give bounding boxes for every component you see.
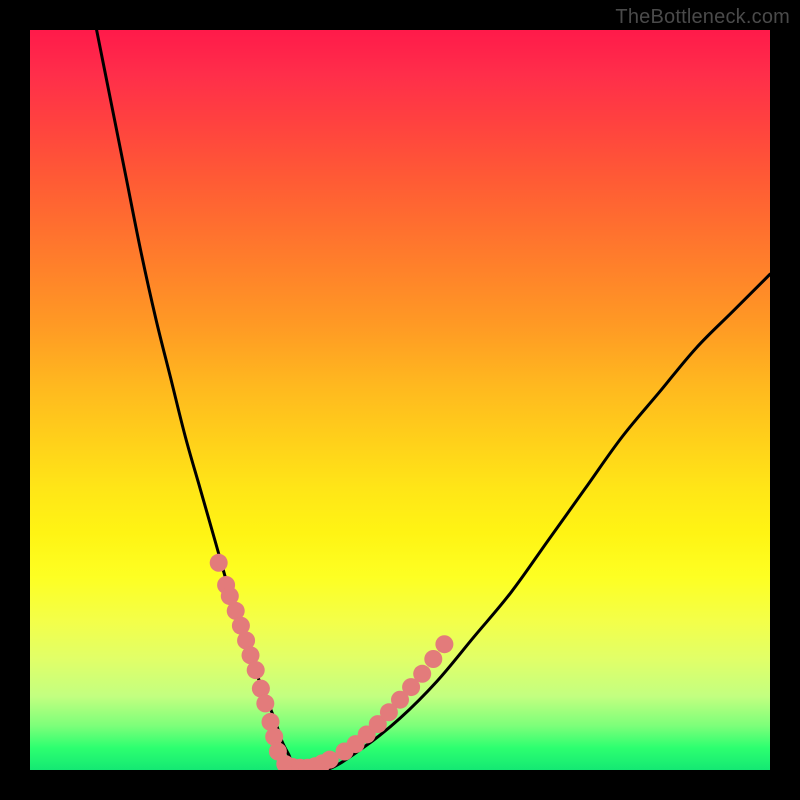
- data-point-dot-cluster-left: [210, 554, 228, 572]
- data-point-dot-cluster-right: [435, 635, 453, 653]
- curve-layer: [30, 30, 770, 770]
- data-point-dot-cluster-right: [424, 650, 442, 668]
- plot-area: [30, 30, 770, 770]
- data-point-dot-cluster-left: [256, 694, 274, 712]
- chart-frame: TheBottleneck.com: [0, 0, 800, 800]
- data-point-dot-cluster-left: [247, 661, 265, 679]
- data-point-dot-cluster-right: [413, 665, 431, 683]
- watermark-text: TheBottleneck.com: [615, 6, 790, 29]
- dots-group: [210, 554, 454, 770]
